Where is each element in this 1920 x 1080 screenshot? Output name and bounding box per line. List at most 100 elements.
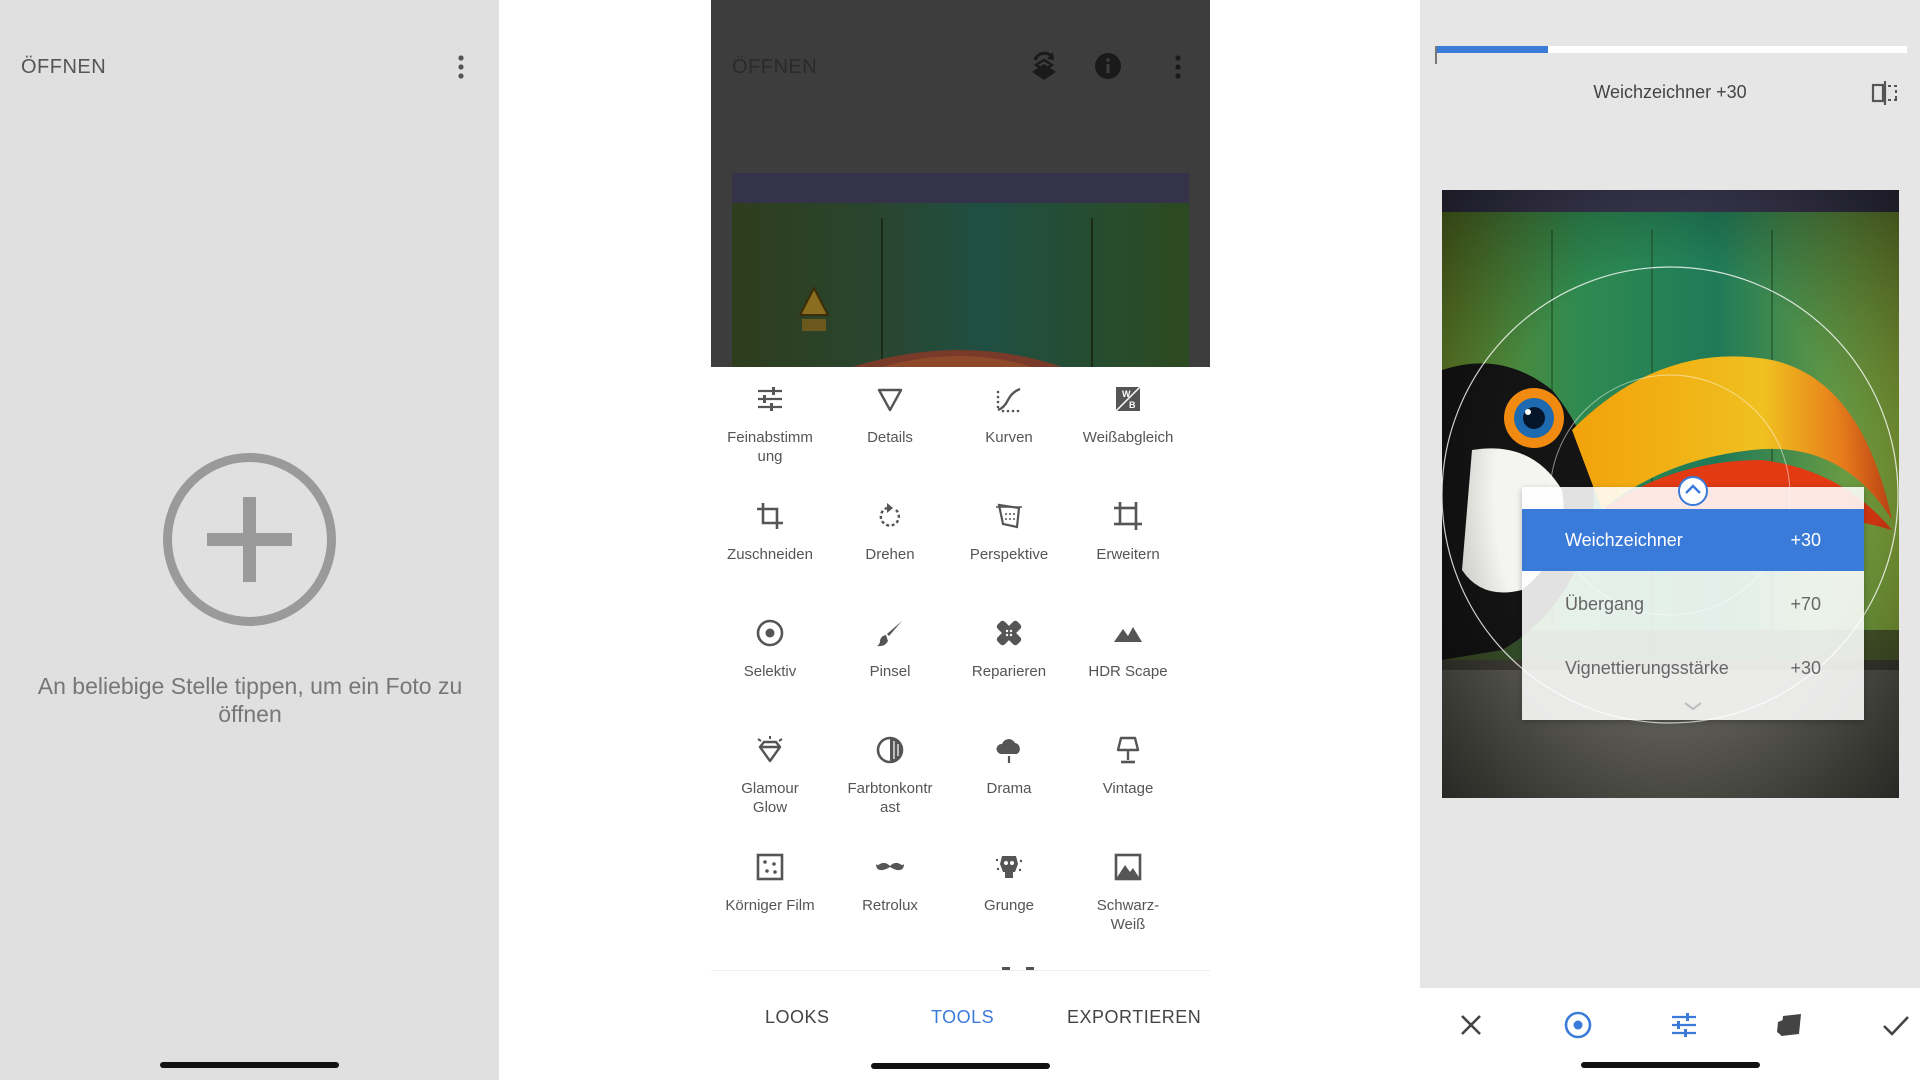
tonal-contrast-icon <box>876 736 904 764</box>
tune-icon <box>758 387 782 411</box>
healing-icon <box>996 620 1022 646</box>
tool-kurven[interactable]: Kurven <box>950 384 1068 447</box>
tool-label: Drama <box>986 780 1032 797</box>
info-icon[interactable] <box>1094 52 1122 80</box>
cloud-icon <box>996 739 1020 763</box>
tool-schwarz-weiss[interactable]: Schwarz- Weiß <box>1069 852 1187 934</box>
styles-icon[interactable] <box>1775 1010 1805 1040</box>
adjustment-slider-fill <box>1435 46 1549 53</box>
home-indicator <box>871 1063 1050 1069</box>
param-name: Übergang <box>1565 594 1645 614</box>
curves-icon <box>996 387 1021 413</box>
param-value: +30 <box>1790 530 1821 550</box>
tool-label: Vintage <box>1102 780 1154 797</box>
triangle-details-icon <box>877 388 903 412</box>
tab-tools[interactable]: TOOLS <box>931 1007 994 1028</box>
stack-history-icon[interactable] <box>1029 50 1059 82</box>
rotate-icon <box>879 503 901 527</box>
editor-bottom-bar: LOOKS TOOLS EXPORTIEREN <box>711 970 1210 1080</box>
editor-screen: ÖFFNEN Feinabstimm ung Details Kurven W … <box>711 0 1210 1080</box>
tool-label: Weißabgleich <box>1082 429 1174 446</box>
check-icon[interactable] <box>1881 1010 1911 1040</box>
tool-koerniger-film[interactable]: Körniger Film <box>711 852 829 915</box>
open-hint-text: An beliebige Stelle tippen, um ein Foto … <box>37 673 463 727</box>
home-indicator <box>160 1062 339 1068</box>
compare-icon[interactable] <box>1871 80 1899 106</box>
mountain-icon <box>1114 627 1142 642</box>
selective-point-icon[interactable] <box>1563 1010 1593 1040</box>
photo-preview[interactable] <box>732 173 1189 367</box>
tab-looks[interactable]: LOOKS <box>765 1007 830 1028</box>
close-icon[interactable] <box>1456 1010 1486 1040</box>
tool-pinsel[interactable]: Pinsel <box>831 618 949 681</box>
selective-icon <box>756 619 784 647</box>
param-vignettierungsstaerke[interactable]: Vignettierungsstärke +30 <box>1522 637 1864 699</box>
tool-label: Selektiv <box>743 663 797 680</box>
expand-icon <box>1114 502 1142 530</box>
open-title: ÖFFNEN <box>21 56 107 78</box>
crop-icon <box>757 503 783 529</box>
tool-drehen[interactable]: Drehen <box>831 501 949 564</box>
tab-export[interactable]: EXPORTIEREN <box>1067 1007 1201 1028</box>
vignette-screen: Weichzeichner +30 Weichzeichner +30 Über… <box>1420 0 1920 1080</box>
tool-farbtonkontrast[interactable]: Farbtonkontr ast <box>831 735 949 817</box>
tool-retrolux[interactable]: Retrolux <box>831 852 949 915</box>
tool-label: HDR Scape <box>1088 663 1168 680</box>
svg-text:B: B <box>1129 400 1136 410</box>
tool-vintage[interactable]: Vintage <box>1069 735 1187 798</box>
tool-grunge[interactable]: Grunge <box>950 852 1068 915</box>
tool-hdr-scape[interactable]: HDR Scape <box>1069 618 1187 681</box>
home-indicator <box>1581 1062 1760 1068</box>
tool-label: Farbtonkontr ast <box>847 780 933 816</box>
more-vert-icon[interactable] <box>451 54 471 80</box>
tool-details[interactable]: Details <box>831 384 949 447</box>
tool-feinabstimmung[interactable]: Feinabstimm ung <box>711 384 829 466</box>
tool-label: Zuschneiden <box>727 546 813 563</box>
tune-icon[interactable] <box>1669 1010 1699 1040</box>
tool-label: Körniger Film <box>725 897 815 914</box>
tool-label: Perspektive <box>969 546 1049 563</box>
grain-icon <box>756 853 784 881</box>
black-white-icon <box>1114 853 1142 881</box>
tool-label: Feinabstimm ung <box>727 429 813 465</box>
param-weichzeichner[interactable]: Weichzeichner +30 <box>1522 509 1864 571</box>
tool-reparieren[interactable]: Reparieren <box>950 618 1068 681</box>
tool-label: Glamour Glow <box>741 780 799 816</box>
tool-glamour-glow[interactable]: Glamour Glow <box>711 735 829 817</box>
perspective-icon <box>996 503 1022 529</box>
adjustment-label: Weichzeichner +30 <box>1593 82 1747 102</box>
brush-icon <box>877 621 902 647</box>
tool-label: Schwarz- Weiß <box>1096 897 1160 933</box>
white-balance-icon: W B <box>1115 386 1141 412</box>
param-name: Vignettierungsstärke <box>1565 658 1729 678</box>
grunge-icon <box>995 856 1023 878</box>
vignette-bottom-bar <box>1420 988 1920 1080</box>
tool-zuschneiden[interactable]: Zuschneiden <box>711 501 829 564</box>
open-screen[interactable]: ÖFFNEN An beliebige Stelle tippen, um ei… <box>0 0 499 1080</box>
tool-drama[interactable]: Drama <box>950 735 1068 798</box>
tool-selektiv[interactable]: Selektiv <box>711 618 829 681</box>
tool-label: Erweitern <box>1096 546 1160 563</box>
tool-label: Details <box>867 429 913 446</box>
lamp-icon <box>1116 736 1140 764</box>
param-name: Weichzeichner <box>1565 530 1683 550</box>
tool-label: Drehen <box>865 546 915 563</box>
slider-zero-tick <box>1435 46 1437 64</box>
tool-erweitern[interactable]: Erweitern <box>1069 501 1187 564</box>
more-vert-icon[interactable] <box>1168 54 1188 80</box>
tool-label: Retrolux <box>862 897 918 914</box>
add-circle-icon[interactable] <box>162 452 337 627</box>
tool-perspektive[interactable]: Perspektive <box>950 501 1068 564</box>
tool-label: Kurven <box>985 429 1033 446</box>
param-value: +30 <box>1790 658 1821 678</box>
parameter-menu: Weichzeichner +30 Übergang +70 Vignettie… <box>1522 476 1864 720</box>
svg-text:W: W <box>1122 389 1131 399</box>
tool-label: Grunge <box>983 897 1035 914</box>
param-uebergang[interactable]: Übergang +70 <box>1522 573 1864 635</box>
chevron-up-icon[interactable] <box>1677 475 1709 507</box>
adjustment-slider[interactable] <box>1435 46 1907 53</box>
tool-label: Reparieren <box>971 663 1047 680</box>
tool-weissabgleich[interactable]: W B Weißabgleich <box>1069 384 1187 447</box>
chevron-down-icon[interactable] <box>1677 699 1709 715</box>
editor-title[interactable]: ÖFFNEN <box>732 56 817 79</box>
